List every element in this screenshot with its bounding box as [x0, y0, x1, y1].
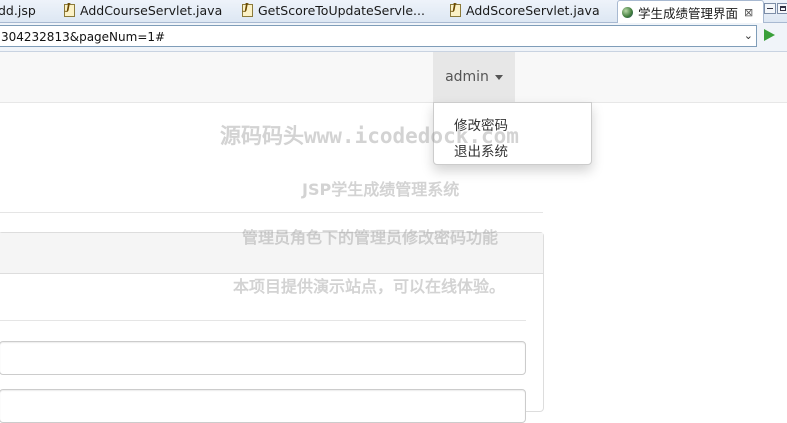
tab-label: 学生成绩管理界面: [638, 5, 739, 21]
password-field[interactable]: [0, 341, 526, 375]
minimize-icon[interactable]: [764, 3, 776, 14]
browser-address-row: ⌄: [0, 23, 787, 52]
web-page: admin 修改密码 退出系统 源码码头www.icodedock.com JS…: [0, 52, 787, 423]
editor-tab-strip: dd.jsp AddCourseServlet.java GetScoreToU…: [0, 0, 787, 23]
close-tab-icon[interactable]: ⊠: [744, 6, 753, 19]
new-password-field[interactable]: [0, 389, 526, 423]
chevron-down-icon[interactable]: ⌄: [744, 29, 753, 42]
watermark-demo-note: 本项目提供演示站点，可以在线体验。: [233, 277, 506, 296]
tab-dd-jsp[interactable]: dd.jsp: [0, 0, 36, 21]
user-name-label: admin: [445, 69, 489, 85]
globe-icon: [622, 6, 633, 18]
tab-getscoretoupdateservlet[interactable]: GetScoreToUpdateServle...: [242, 0, 425, 21]
url-field[interactable]: ⌄: [0, 25, 757, 47]
panel-divider: [0, 320, 526, 321]
tab-label: dd.jsp: [0, 3, 36, 18]
java-file-icon: [450, 3, 461, 17]
watermark-site: 源码码头www.icodedock.com: [220, 124, 519, 148]
java-file-icon: [242, 3, 253, 17]
top-navbar: admin: [0, 52, 787, 103]
content-divider: [0, 212, 543, 213]
form-panel: [0, 232, 544, 423]
tab-addcourseservlet[interactable]: AddCourseServlet.java: [64, 0, 222, 21]
caret-down-icon: [494, 74, 503, 80]
url-input[interactable]: [0, 27, 701, 47]
user-menu-toggle[interactable]: admin: [433, 52, 515, 102]
java-file-icon: [64, 3, 75, 17]
go-icon[interactable]: [764, 29, 775, 41]
tab-addscoreservlet[interactable]: AddScoreServlet.java: [450, 0, 600, 21]
tab-label: GetScoreToUpdateServle...: [258, 3, 425, 18]
watermark-system-name: JSP学生成绩管理系统: [302, 180, 460, 199]
tab-student-score-page[interactable]: 学生成绩管理界面 ⊠: [617, 0, 764, 23]
maximize-icon[interactable]: [777, 3, 787, 14]
tab-label: AddScoreServlet.java: [466, 3, 600, 18]
tab-label: AddCourseServlet.java: [80, 3, 223, 18]
watermark-feature: 管理员角色下的管理员修改密码功能: [242, 228, 499, 247]
